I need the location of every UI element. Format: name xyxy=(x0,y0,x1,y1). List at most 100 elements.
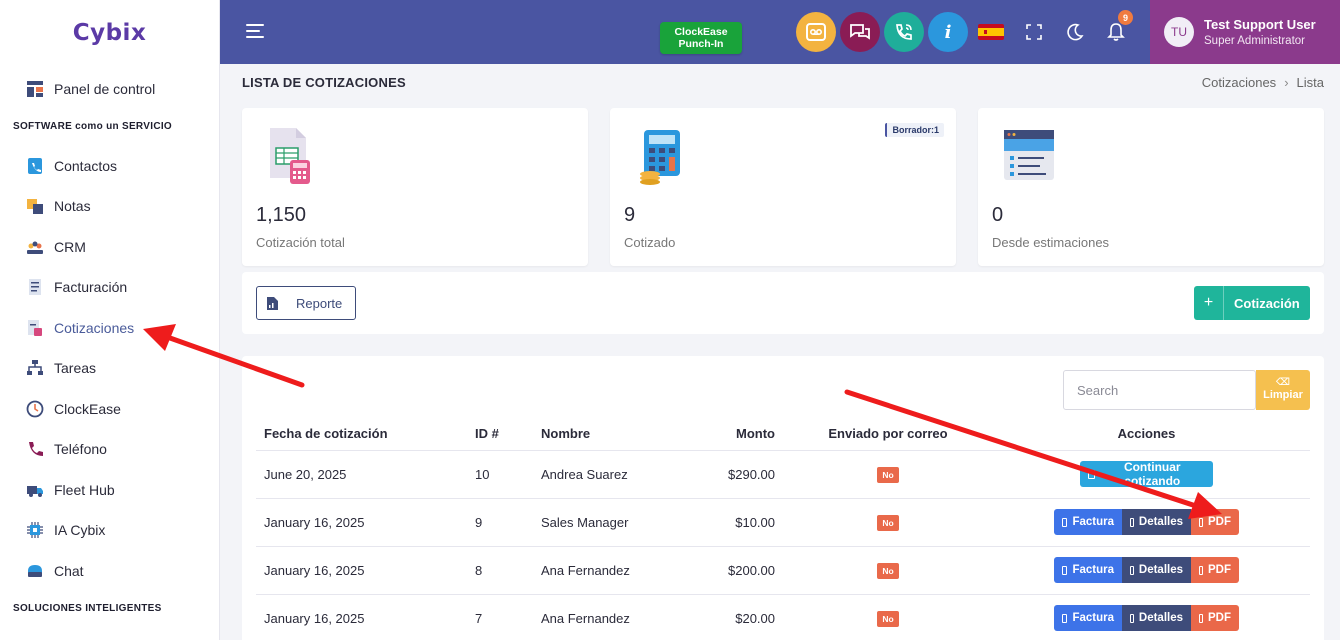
user-menu[interactable]: TU Test Support User Super Administrator xyxy=(1150,0,1340,64)
details-button[interactable]: Detalles xyxy=(1122,509,1191,535)
details-button[interactable]: Detalles xyxy=(1122,557,1191,583)
stat-card-estimates: 0 Desde estimaciones xyxy=(978,108,1324,266)
invoice-button[interactable]: Factura xyxy=(1054,605,1122,631)
eraser-icon: ⌫ xyxy=(1275,377,1291,388)
spain-flag-icon[interactable] xyxy=(978,24,1004,40)
cell-name: Sales Manager xyxy=(533,498,669,547)
tasks-icon xyxy=(25,358,45,378)
sidebar-item-label: Cotizaciones xyxy=(54,320,135,336)
continue-quoting-button[interactable]: Continuar cotizando xyxy=(1080,460,1213,488)
pdf-button-label: PDF xyxy=(1208,516,1231,528)
column-header-name[interactable]: Nombre xyxy=(533,410,669,451)
cell-id: 8 xyxy=(467,546,533,595)
topbar: ClockEase Punch-In i 9 TU Test Support U… xyxy=(220,0,1340,64)
clockease-punch-in-button[interactable]: ClockEase Punch-In xyxy=(660,22,742,54)
sidebar-item-notas[interactable]: Notas xyxy=(0,189,219,223)
cell-emailed: No xyxy=(793,546,983,595)
cell-date: June 20, 2025 xyxy=(256,450,467,499)
sidebar-item-telefono[interactable]: Teléfono xyxy=(0,432,219,466)
pdf-button[interactable]: PDF xyxy=(1191,557,1239,583)
action-button-group: Factura Detalles PDF xyxy=(1054,557,1239,583)
cell-id: 9 xyxy=(467,498,533,547)
report-button-label: Reporte xyxy=(296,295,343,311)
table-header-row: Fecha de cotización ID # Nombre Monto En… xyxy=(256,410,1310,451)
details-icon xyxy=(1130,517,1134,527)
table-row: January 16, 2025 7 Ana Fernandez $20.00 … xyxy=(256,594,1310,640)
dark-mode-moon-icon[interactable] xyxy=(1063,20,1087,44)
action-bar: Reporte + Cotización xyxy=(242,272,1324,334)
details-icon xyxy=(1130,565,1134,575)
avatar: TU xyxy=(1164,17,1194,47)
chip-icon xyxy=(25,520,45,540)
pdf-button[interactable]: PDF xyxy=(1191,605,1239,631)
new-quote-button[interactable]: + Cotización xyxy=(1194,286,1310,320)
details-button[interactable]: Detalles xyxy=(1122,605,1191,631)
column-header-id[interactable]: ID # xyxy=(467,410,533,451)
search-input[interactable] xyxy=(1063,370,1256,410)
page-title: LISTA DE COTIZACIONES xyxy=(242,75,406,90)
details-button-label: Detalles xyxy=(1138,564,1183,576)
stat-value: 0 xyxy=(992,204,1004,226)
invoice-icon xyxy=(1062,613,1068,623)
sidebar-item-label: Panel de control xyxy=(54,81,156,97)
messages-icon[interactable] xyxy=(840,12,880,52)
cell-amount: $10.00 xyxy=(669,498,793,547)
info-icon[interactable]: i xyxy=(928,12,968,52)
stat-card-quoted: Borrador:1 9 Cotizado xyxy=(610,108,956,266)
sidebar-item-label: Chat xyxy=(54,563,84,579)
table-row: January 16, 2025 9 Sales Manager $10.00 … xyxy=(256,498,1310,547)
breadcrumb-lista: Lista xyxy=(1296,75,1324,90)
invoice-button[interactable]: Factura xyxy=(1054,557,1122,583)
sidebar-item-cotizaciones[interactable]: Cotizaciones xyxy=(0,311,219,345)
cell-date: January 16, 2025 xyxy=(256,498,467,547)
sidebar-item-ia-cybix[interactable]: IA Cybix xyxy=(0,513,219,547)
clear-button[interactable]: ⌫ Limpiar xyxy=(1256,370,1310,410)
user-name: Test Support User xyxy=(1204,17,1316,32)
sidebar-item-chat[interactable]: Chat xyxy=(0,554,219,588)
pdf-button[interactable]: PDF xyxy=(1191,509,1239,535)
sidebar-item-label: Tareas xyxy=(54,360,97,376)
cell-date: January 16, 2025 xyxy=(256,594,467,640)
column-header-date[interactable]: Fecha de cotización xyxy=(256,410,467,451)
report-button[interactable]: Reporte xyxy=(256,286,356,320)
column-header-emailed[interactable]: Enviado por correo xyxy=(793,410,983,451)
sidebar-item-fleet-hub[interactable]: Fleet Hub xyxy=(0,473,219,507)
sidebar-item-panel-de-control[interactable]: Panel de control xyxy=(0,72,219,106)
sidebar-item-facturacion[interactable]: Facturación xyxy=(0,270,219,304)
invoice-button[interactable]: Factura xyxy=(1054,509,1122,535)
crm-icon xyxy=(25,237,45,257)
sidebar-item-label: Facturación xyxy=(54,279,128,295)
details-button-label: Detalles xyxy=(1138,612,1183,624)
logo-text: Cybix xyxy=(72,20,147,46)
plus-icon: + xyxy=(1194,286,1224,320)
sidebar-item-tareas[interactable]: Tareas xyxy=(0,351,219,385)
logo[interactable]: Cybix xyxy=(0,0,219,66)
sidebar-item-crm[interactable]: CRM xyxy=(0,230,219,264)
voicemail-icon[interactable] xyxy=(796,12,836,52)
fullscreen-icon[interactable] xyxy=(1022,20,1046,44)
status-badge: No xyxy=(877,466,899,483)
continue-quoting-label: Continuar cotizando xyxy=(1123,460,1181,488)
punch-label-2: Punch-In xyxy=(678,38,724,50)
spreadsheet-calculator-icon xyxy=(270,128,310,184)
status-badge: No xyxy=(877,514,899,531)
sidebar-item-label: Notas xyxy=(54,198,91,214)
new-quote-button-label: Cotización xyxy=(1234,295,1300,311)
stat-value: 1,150 xyxy=(256,204,307,226)
action-button-group: Factura Detalles PDF xyxy=(1054,509,1239,535)
breadcrumb-cotizaciones[interactable]: Cotizaciones xyxy=(1202,75,1276,90)
column-header-amount[interactable]: Monto xyxy=(669,410,793,451)
action-button-group: Factura Detalles PDF xyxy=(1054,605,1239,631)
pdf-file-icon xyxy=(1199,565,1203,575)
calls-icon[interactable] xyxy=(884,12,924,52)
table-row: June 20, 2025 10 Andrea Suarez $290.00 N… xyxy=(256,450,1310,499)
menu-toggle-icon[interactable] xyxy=(246,24,264,40)
stat-value: 9 xyxy=(624,204,636,226)
cell-name: Ana Fernandez xyxy=(533,546,669,595)
sidebar-item-contactos[interactable]: Contactos xyxy=(0,149,219,183)
cell-actions: Continuar cotizando xyxy=(983,450,1310,499)
cell-emailed: No xyxy=(793,594,983,640)
invoice-button-label: Factura xyxy=(1072,612,1114,624)
user-role: Super Administrator xyxy=(1204,35,1305,47)
sidebar-item-clockease[interactable]: ClockEase xyxy=(0,392,219,426)
